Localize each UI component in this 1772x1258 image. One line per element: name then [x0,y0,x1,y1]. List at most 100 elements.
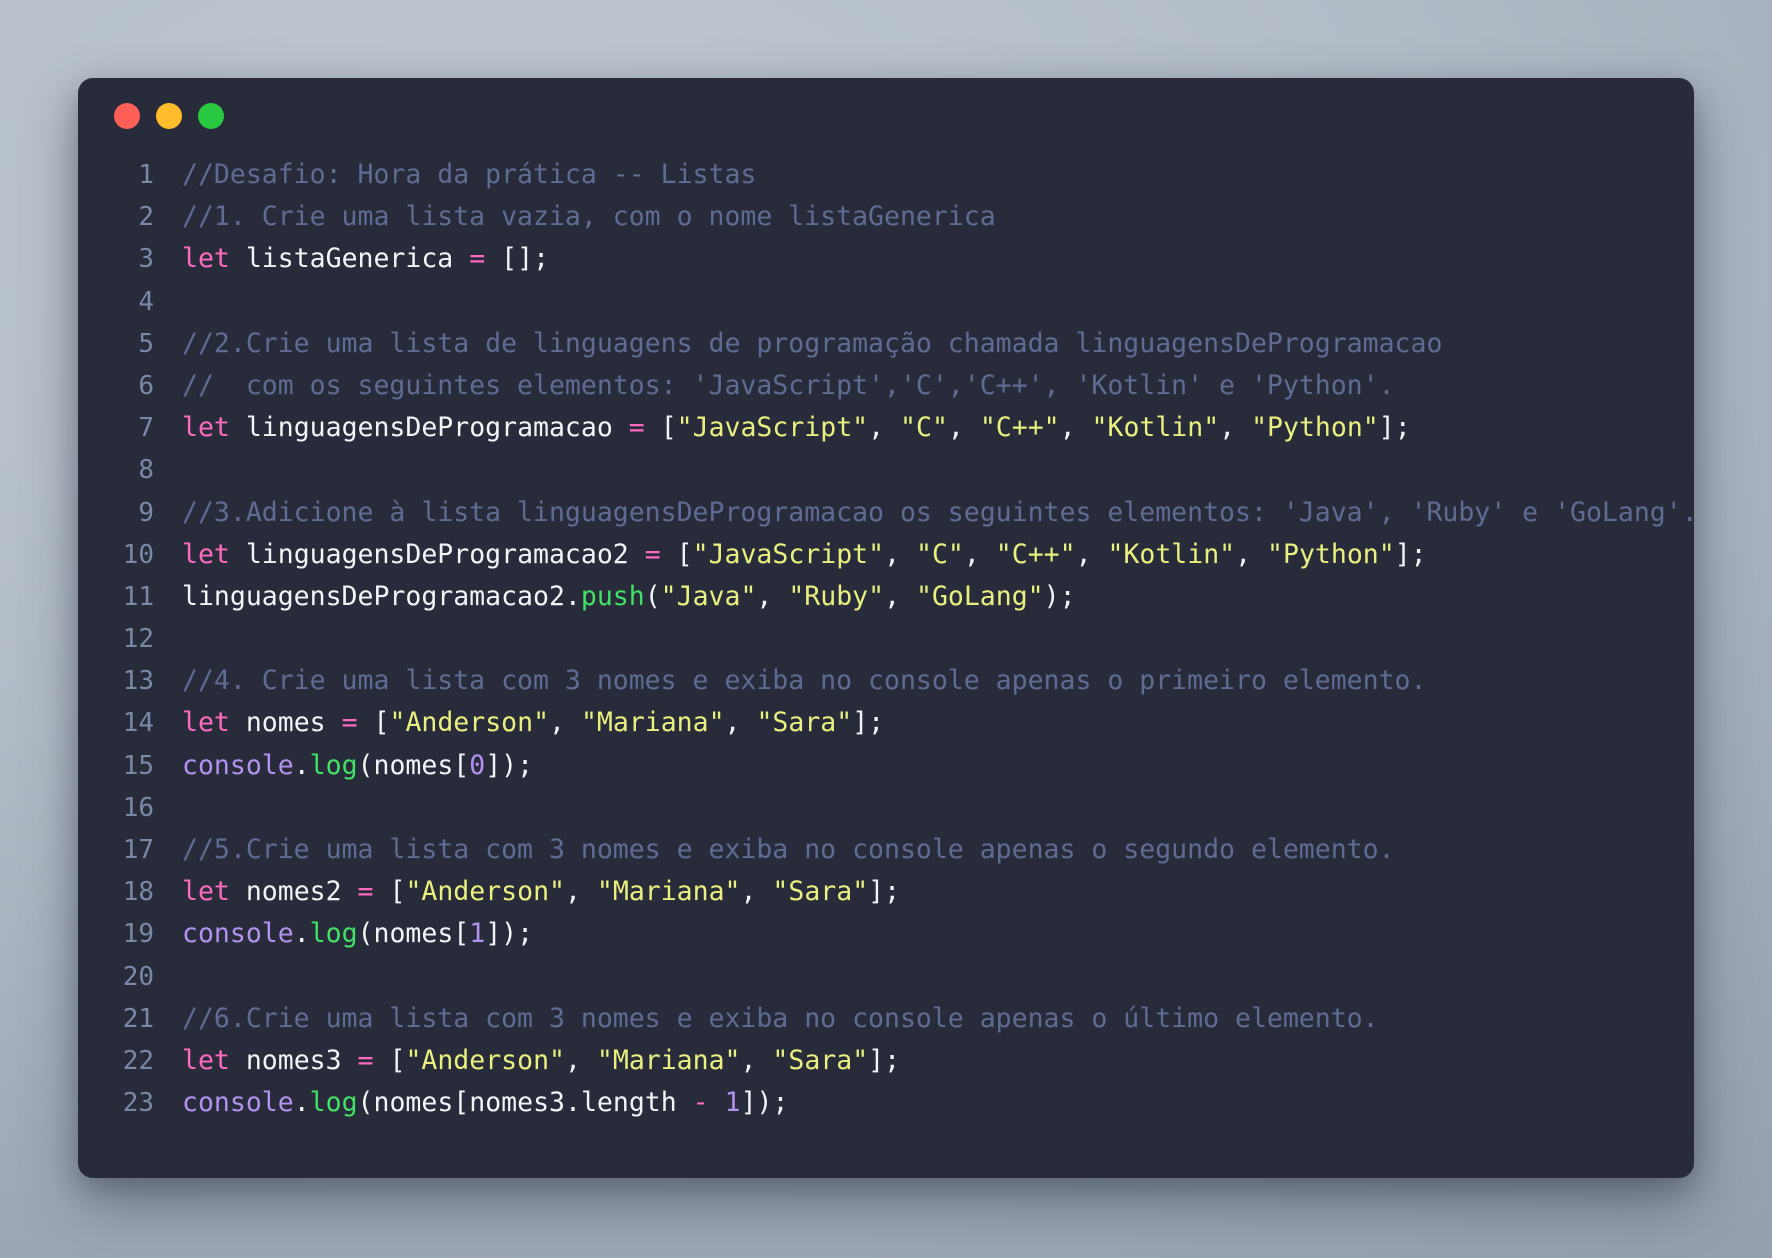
code-line-content: let nomes3 = ["Anderson", "Mariana", "Sa… [182,1040,1694,1082]
code-token-punct [342,1045,358,1076]
code-line-content: //2.Crie uma lista de linguagens de prog… [182,323,1694,365]
code-line[interactable]: 19 console.log(nomes[1]); [78,913,1694,955]
code-token-punct: . [293,918,310,950]
code-token-punct [677,1087,693,1118]
code-token-number: 1 [469,918,486,950]
maximize-button[interactable] [198,103,224,129]
code-line-content: let listaGenerica = []; [182,238,1694,280]
code-token-punct [342,876,358,907]
code-token-punct: , [549,707,581,739]
code-token-string: "Sara" [756,707,853,739]
code-token-string: "C" [915,538,964,570]
code-token-op: - [692,1087,709,1119]
code-token-punct [230,876,246,907]
line-number: 15 [122,750,154,781]
code-token-punct: , [756,580,789,612]
code-line-content: let nomes = ["Anderson", "Mariana", "Sar… [182,702,1694,744]
code-token-keyword: let [182,707,230,739]
code-line[interactable]: 3 let listaGenerica = []; [78,238,1694,280]
code-token-string: "C++" [979,412,1060,444]
code-token-string: "Anderson" [405,1044,565,1076]
code-line[interactable]: 13 //4. Crie uma lista com 3 nomes e exib… [78,660,1694,702]
code-line[interactable]: 16 [78,787,1694,829]
code-token-punct: ( [644,580,661,612]
line-number: 19 [122,919,154,950]
code-line[interactable]: 4 [78,281,1694,323]
code-token-punct: . [564,1087,581,1119]
code-token-punct: , [1219,412,1252,444]
code-token-string: "Mariana" [580,707,725,739]
code-token-string: "Sara" [772,1044,869,1076]
code-line-content: console.log(nomes[0]); [182,745,1694,787]
code-token-keyword: let [182,1044,230,1076]
code-token-punct: , [884,538,916,570]
code-line[interactable]: 17 //5.Crie uma lista com 3 nomes e exiba… [78,829,1694,871]
code-line[interactable]: 21 //6.Crie uma lista com 3 nomes e exiba… [78,998,1694,1040]
code-token-punct: , [947,412,980,444]
code-token-builtin: console [182,918,294,950]
code-token-string: "GoLang" [915,580,1044,612]
code-token-ident: nomes3 [245,1044,342,1076]
code-token-keyword: let [182,412,230,444]
line-number: 17 [122,835,154,865]
line-number: 7 [138,413,154,444]
code-editor[interactable]: 1 //Desafio: Hora da prática -- Listas 2 //… [78,154,1694,1124]
code-token-ident: length [580,1087,677,1119]
code-line-content: let linguagensDeProgramacao = ["JavaScri… [182,407,1694,449]
code-token-ident: listaGenerica [245,243,454,275]
code-token-punct: ]; [868,1044,901,1076]
code-line[interactable]: 23 console.log(nomes[nomes3.length - 1]); [78,1082,1694,1124]
close-button[interactable] [114,103,140,129]
code-line[interactable]: 8 [78,449,1694,491]
code-token-punct: [ [453,918,470,950]
code-token-func: push [580,580,645,612]
code-token-op: = [644,538,661,570]
code-token-string: "Anderson" [405,876,565,908]
line-number: 21 [122,1003,154,1034]
code-token-punct: [ [644,412,677,444]
window-controls [114,103,224,129]
code-line[interactable]: 12 [78,618,1694,660]
code-line[interactable]: 10 let linguagensDeProgramacao2 = ["JavaS… [78,534,1694,576]
code-token-string: "Python" [1267,538,1395,570]
code-token-func: log [309,749,358,781]
code-line[interactable]: 1 //Desafio: Hora da prática -- Listas [78,154,1694,196]
line-number: 10 [122,539,154,570]
code-line[interactable]: 11 linguagensDeProgramacao2.push("Java", … [78,576,1694,618]
code-token-punct: ]); [485,749,534,781]
code-token-string: "Sara" [772,876,869,908]
code-token-punct [230,1045,246,1076]
code-token-punct: , [1235,538,1268,570]
code-line[interactable]: 9 //3.Adicione à lista linguagensDeProgra… [78,492,1694,534]
code-token-ident: linguagensDeProgramacao [245,412,613,444]
line-number: 22 [122,1045,154,1076]
code-token-punct: , [740,1044,773,1076]
code-token-punct: ); [1043,580,1076,612]
code-token-punct [230,243,246,274]
code-token-builtin: console [182,1087,294,1119]
code-line[interactable]: 22 let nomes3 = ["Anderson", "Mariana", "… [78,1040,1694,1082]
line-number: 12 [122,624,154,655]
minimize-button[interactable] [156,103,182,129]
code-line[interactable]: 14 let nomes = ["Anderson", "Mariana", "S… [78,702,1694,744]
code-line[interactable]: 20 [78,956,1694,998]
code-token-punct [629,539,645,570]
code-token-punct [326,707,342,738]
code-token-punct: , [868,412,901,444]
code-token-string: "Java" [660,580,757,612]
code-line[interactable]: 15 console.log(nomes[0]); [78,745,1694,787]
code-line-content: console.log(nomes[1]); [182,913,1694,955]
line-number: 1 [138,160,154,190]
code-line[interactable]: 5 //2.Crie uma lista de linguagens de pro… [78,323,1694,365]
code-token-string: "JavaScript" [676,412,869,444]
code-line[interactable]: 2 //1. Crie uma lista vazia, com o nome l… [78,196,1694,238]
code-line[interactable]: 7 let linguagensDeProgramacao = ["JavaScr… [78,407,1694,449]
code-token-op: = [469,243,486,275]
code-line[interactable]: 18 let nomes2 = ["Anderson", "Mariana", "… [78,871,1694,913]
code-token-op: = [341,707,358,739]
code-line[interactable]: 6 // com os seguintes elementos: 'JavaScr… [78,365,1694,407]
code-token-comment: //3.Adicione à lista linguagensDeProgram… [182,496,1694,528]
code-token-punct: ( [357,918,374,950]
code-token-string: "C" [900,412,948,444]
code-token-punct: [ [373,876,406,908]
